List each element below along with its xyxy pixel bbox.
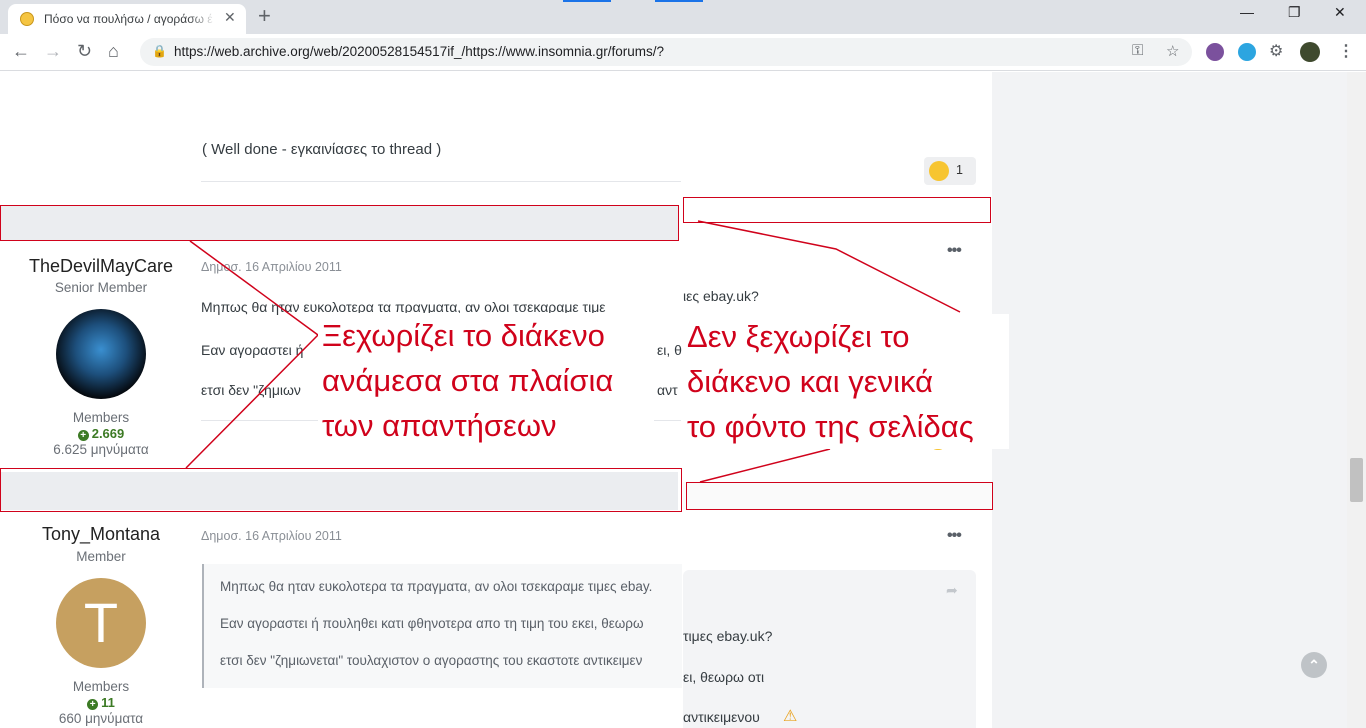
annotation-callout-left: Ξεχωρίζει το διάκενο ανάμεσα στα πλαίσια… [318,313,654,444]
callout-line: Δεν ξεχωρίζει το [687,319,910,354]
callout-line: Ξεχωρίζει το διάκενο [322,318,605,353]
tab-bar: Πόσο να πουλήσω / αγοράσω έ ✕ + — ❐ ✕ [0,0,1366,34]
callout-line: διάκενο και γενικά [687,364,934,399]
key-icon[interactable]: ⚿ [1132,42,1143,59]
maximize-button[interactable]: ❐ [1288,4,1301,21]
site-favicon-icon [20,12,34,26]
menu-kebab-icon[interactable]: ⋮ [1338,41,1354,61]
url-text: https://web.archive.org/web/202005281545… [174,44,665,59]
annotation-line [185,240,320,469]
extensions-puzzle-icon[interactable]: ⚙ [1269,41,1283,61]
minimize-button[interactable]: — [1240,4,1254,20]
back-icon[interactable]: ← [12,41,30,62]
lock-icon: 🔒 [152,44,167,58]
callout-line: ανάμεσα στα πλαίσια [322,363,614,398]
page-content: ( Well done - εγκαινίασες το thread ) 1 … [0,72,1366,728]
viber-extension-icon[interactable] [1206,43,1224,61]
new-tab-button[interactable]: + [258,3,271,29]
browser-toolbar: ← → ↻ ⌂ 🔒 https://web.archive.org/web/20… [0,34,1366,71]
profile-avatar-icon[interactable] [1300,42,1320,62]
annotation-line [699,448,831,483]
window-tab-indicator [563,0,611,2]
reload-icon[interactable]: ↻ [77,41,92,62]
close-tab-icon[interactable]: ✕ [224,9,236,26]
callout-line: το φόντο της σελίδας [687,409,974,444]
callout-line: των απαντήσεων [322,408,557,443]
address-bar[interactable]: 🔒 https://web.archive.org/web/2020052815… [140,38,1192,66]
bookmark-star-icon[interactable]: ☆ [1166,42,1179,60]
tab-title-fade [188,8,216,28]
telegram-extension-icon[interactable] [1238,43,1256,61]
browser-tab[interactable]: Πόσο να πουλήσω / αγοράσω έ ✕ [8,4,246,34]
forward-icon[interactable]: → [44,41,62,62]
annotation-callout-right: Δεν ξεχωρίζει το διάκενο και γενικά το φ… [683,314,1009,449]
close-window-button[interactable]: ✕ [1334,4,1346,21]
home-icon[interactable]: ⌂ [108,41,119,62]
annotation-line [697,220,961,313]
window-tab-indicator [655,0,703,2]
